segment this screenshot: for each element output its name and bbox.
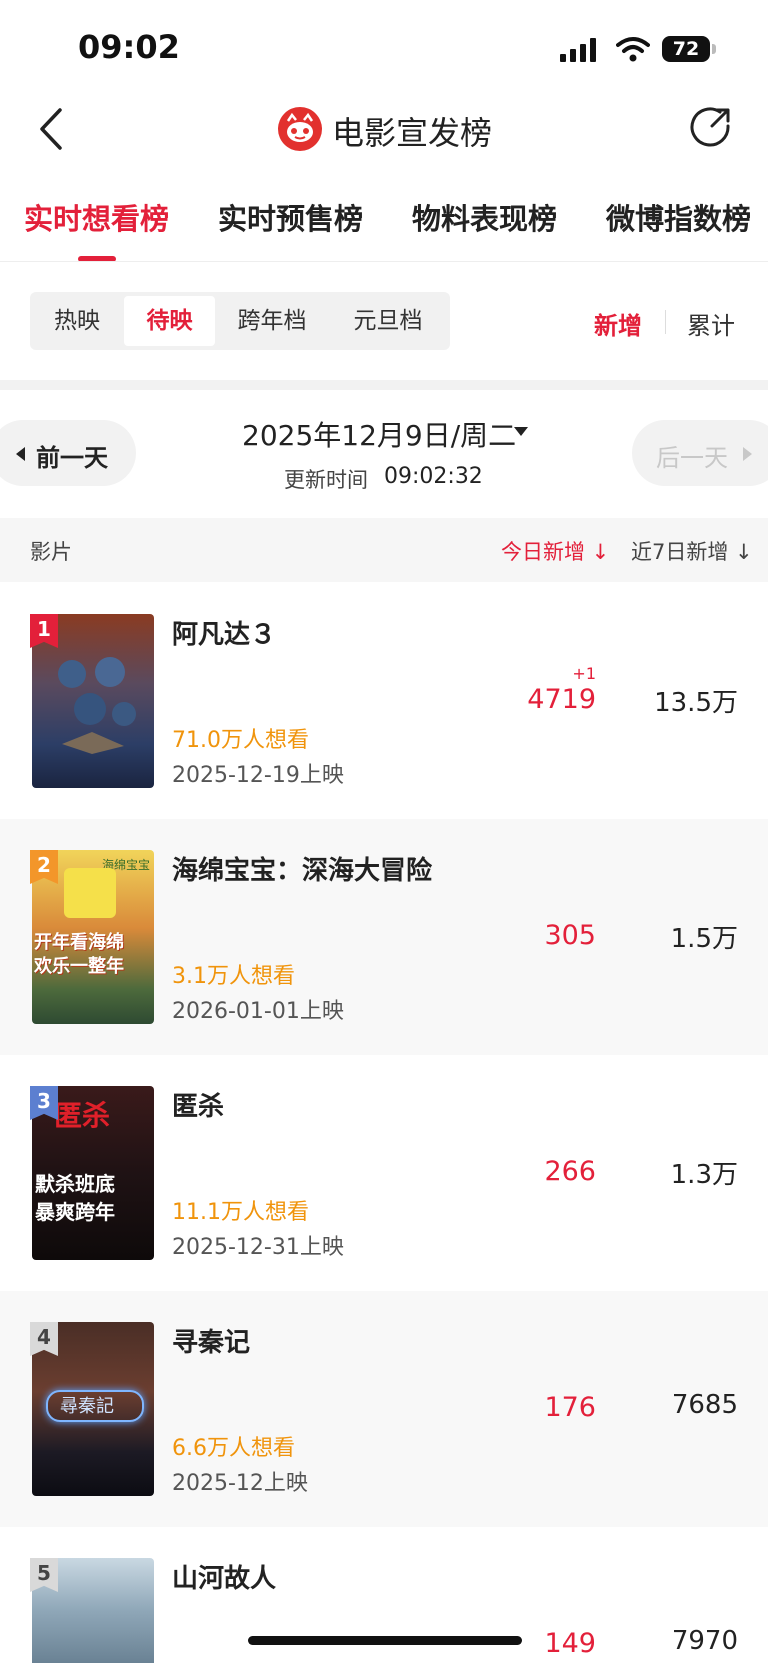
segment-showing[interactable]: 热映 bbox=[30, 292, 124, 350]
maoyan-logo-icon bbox=[278, 107, 322, 151]
caret-down-icon[interactable] bbox=[514, 427, 528, 436]
week-new: 1.3万 bbox=[670, 1160, 738, 1190]
date-selector[interactable]: 2025年12月9日/周二 bbox=[242, 414, 516, 454]
sort-week-button[interactable]: 近7日新增 ↓ bbox=[631, 536, 753, 566]
tab-weibo-index[interactable]: 微博指数榜 bbox=[606, 196, 751, 238]
sort-today-button[interactable]: 今日新增 ↓ bbox=[501, 536, 609, 566]
cellular-signal-icon bbox=[560, 38, 596, 62]
today-new: 305 bbox=[544, 920, 596, 951]
update-time-value: 09:02:32 bbox=[384, 464, 483, 489]
poster-text: 尋秦記 bbox=[60, 1396, 114, 1417]
wifi-icon bbox=[616, 37, 650, 62]
tab-material[interactable]: 物料表现榜 bbox=[412, 196, 557, 238]
want-count: 71.0万人想看 bbox=[172, 728, 309, 753]
want-count: 11.1万人想看 bbox=[172, 1200, 309, 1225]
poster-text: 开年看海绵 bbox=[34, 932, 124, 953]
segment-upcoming[interactable]: 待映 bbox=[124, 292, 215, 350]
segment-new-years-day[interactable]: 元旦档 bbox=[329, 292, 447, 350]
status-time: 09:02 bbox=[78, 28, 180, 66]
today-new: 176 bbox=[544, 1392, 596, 1423]
release-date: 2025-12上映 bbox=[172, 1471, 308, 1496]
today-new: 266 bbox=[544, 1156, 596, 1187]
section-gap bbox=[0, 380, 768, 390]
tab-realtime-presale[interactable]: 实时预售榜 bbox=[218, 196, 363, 238]
update-time-label: 更新时间 bbox=[284, 468, 368, 492]
next-day-label: 后一天 bbox=[656, 444, 728, 472]
movie-title: 寻秦记 bbox=[172, 1328, 251, 1358]
today-delta: +1 bbox=[572, 664, 596, 683]
movie-title: 匿杀 bbox=[172, 1092, 225, 1122]
mode-divider bbox=[665, 310, 666, 334]
share-icon[interactable] bbox=[690, 106, 732, 148]
movie-title: 海绵宝宝：深海大冒险 bbox=[172, 856, 433, 886]
mode-new-button[interactable]: 新增 bbox=[594, 306, 642, 341]
home-indicator[interactable] bbox=[248, 1636, 522, 1645]
week-new: 7970 bbox=[671, 1626, 738, 1656]
release-date: 2025-12-31上映 bbox=[172, 1235, 344, 1260]
prev-day-label: 前一天 bbox=[36, 444, 108, 472]
release-date: 2025-12-19上映 bbox=[172, 763, 344, 788]
week-new: 13.5万 bbox=[654, 688, 738, 718]
movie-title: 山河故人 bbox=[172, 1564, 277, 1594]
header-film: 影片 bbox=[30, 540, 72, 564]
page-title: 电影宣发榜 bbox=[332, 114, 493, 152]
next-arrow-icon bbox=[743, 447, 752, 461]
tab-realtime-want[interactable]: 实时想看榜 bbox=[24, 196, 169, 238]
back-chevron-icon[interactable] bbox=[36, 106, 66, 152]
tab-divider bbox=[0, 261, 768, 262]
movie-title: 阿凡达３ bbox=[172, 620, 277, 650]
today-new: 4719 bbox=[527, 684, 596, 715]
week-new: 1.5万 bbox=[670, 924, 738, 954]
poster-text: 暴爽跨年 bbox=[35, 1200, 115, 1224]
poster-text: 欢乐一整年 bbox=[34, 956, 124, 977]
poster-text: 匿杀 bbox=[54, 1099, 111, 1132]
mode-total-button[interactable]: 累计 bbox=[687, 306, 735, 341]
header-week-label: 近7日新增 bbox=[631, 540, 729, 564]
week-new: 7685 bbox=[671, 1390, 738, 1420]
sort-arrow-icon: ↓ bbox=[585, 540, 610, 564]
sort-arrow-icon: ↓ bbox=[728, 540, 753, 564]
battery-tip bbox=[712, 44, 716, 54]
battery-icon: 72 bbox=[662, 36, 710, 62]
header-today-label: 今日新增 bbox=[501, 540, 585, 564]
prev-arrow-icon bbox=[16, 447, 25, 461]
release-date: 2026-01-01上映 bbox=[172, 999, 344, 1024]
segment-new-year[interactable]: 跨年档 bbox=[215, 292, 329, 350]
want-count: 6.6万人想看 bbox=[172, 1436, 295, 1461]
want-count: 3.1万人想看 bbox=[172, 964, 295, 989]
poster-text: 默杀班底 bbox=[35, 1172, 115, 1196]
